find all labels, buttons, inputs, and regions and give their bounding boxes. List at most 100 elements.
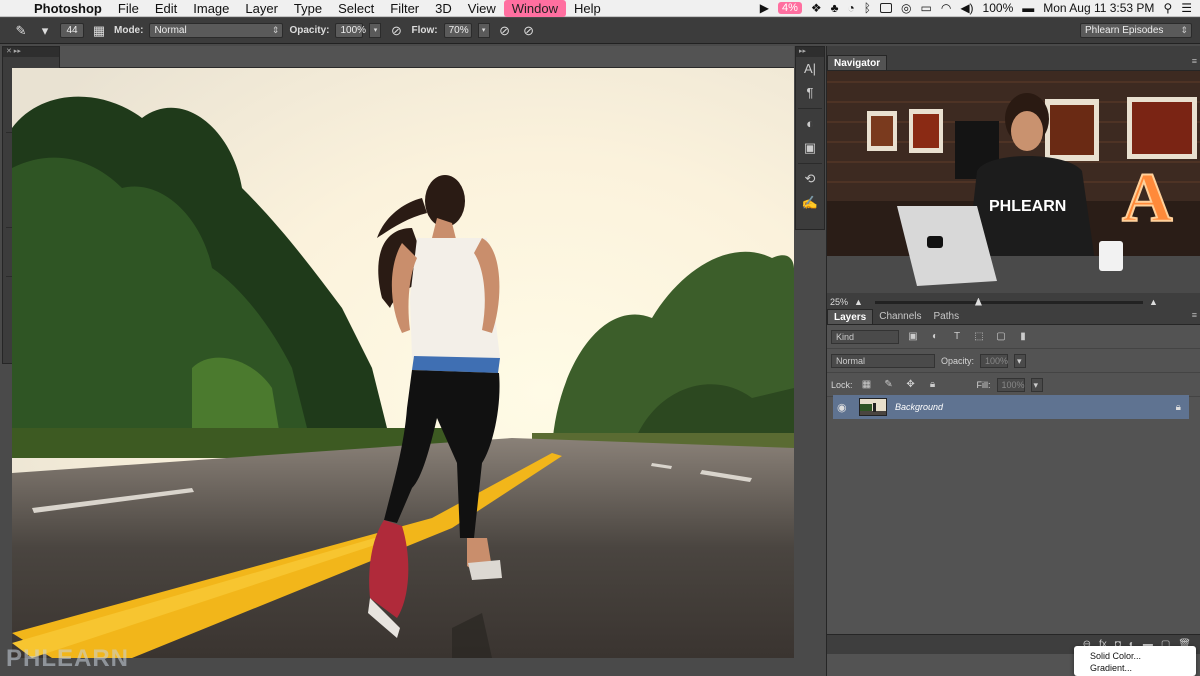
layer-opacity-label: Opacity: — [941, 355, 975, 366]
layer-thumbnail — [859, 398, 887, 416]
navigator-zoom-value[interactable]: 25% — [830, 297, 848, 307]
navigator-panel-menu-icon[interactable]: ≡ — [1192, 56, 1197, 66]
menu-image[interactable]: Image — [185, 0, 237, 17]
navigator-preview[interactable]: A PHLEARN — [827, 71, 1200, 293]
filter-pixel-icon[interactable]: ▣ — [905, 331, 921, 342]
zoom-in-icon[interactable]: ▲ — [1149, 297, 1158, 307]
opacity-dropdown-icon[interactable]: ▾ — [369, 23, 382, 38]
layer-name: Background — [895, 402, 944, 412]
history-panel-icon[interactable]: ⟲ — [796, 167, 824, 191]
paragraph-panel-icon[interactable]: ¶ — [796, 81, 824, 105]
filter-type-icon[interactable]: T — [949, 331, 965, 342]
layers-panel-menu-icon[interactable]: ≡ — [1192, 310, 1197, 320]
tools-panel-header[interactable]: ✕ ▸▸ — [3, 47, 59, 57]
clock[interactable]: Mon Aug 11 3:53 PM — [1043, 1, 1154, 15]
menu-select[interactable]: Select — [330, 0, 382, 17]
lock-transparent-icon[interactable]: ▦ — [859, 379, 875, 390]
lock-all-icon[interactable]: 🔒︎ — [925, 379, 941, 390]
menu-view[interactable]: View — [460, 0, 504, 17]
menu-layer[interactable]: Layer — [237, 0, 286, 17]
layer-filter-kind-select[interactable]: Kind — [831, 329, 899, 344]
character-panel-icon[interactable]: A| — [796, 57, 824, 81]
menu-app-photoshop[interactable]: Photoshop — [30, 0, 110, 17]
pressure-size-icon[interactable]: ⊘ — [520, 23, 538, 39]
layer-filter-row: Kind ▣ ◐ T ⬚ ▢ ▮ — [827, 325, 1200, 349]
filter-toggle-icon[interactable]: ▮ — [1015, 331, 1031, 342]
notification-center-icon[interactable]: ☰ — [1181, 1, 1192, 15]
battery-label[interactable]: 100% — [983, 1, 1014, 15]
pressure-opacity-icon[interactable]: ⊘ — [387, 23, 405, 39]
lock-image-icon[interactable]: ✎ — [881, 379, 897, 390]
lock-position-icon[interactable]: ✥ — [903, 379, 919, 390]
dropbox-icon[interactable]: ❖ — [811, 1, 822, 15]
battery-icon[interactable]: ▬ — [1022, 1, 1034, 15]
visibility-eye-icon[interactable]: ◉ — [837, 401, 851, 414]
opacity-label: Opacity: — [289, 25, 330, 36]
menu-3d[interactable]: 3D — [427, 0, 460, 17]
menu-help[interactable]: Help — [566, 0, 609, 17]
lock-row: Lock: ▦ ✎ ✥ 🔒︎ Fill: 100% ▾ — [827, 373, 1200, 397]
dock-header[interactable]: ▸▸ — [796, 47, 824, 57]
svg-text:PHLEARN: PHLEARN — [989, 198, 1066, 215]
lock-label: Lock: — [831, 379, 853, 390]
styles-panel-icon[interactable]: ▣ — [796, 136, 824, 160]
collapsed-panel-dock: ▸▸ A| ¶ ◐ ▣ ⟲ ✍ — [795, 46, 825, 230]
filter-smart-object-icon[interactable]: ▢ — [993, 331, 1009, 342]
fill-input[interactable]: 100% — [996, 377, 1025, 392]
airbrush-icon[interactable]: ⊘ — [496, 23, 514, 39]
fill-label: Fill: — [976, 379, 991, 390]
zoom-out-icon[interactable]: ▲ — [854, 297, 863, 307]
adjustments-panel-icon[interactable]: ◐ — [796, 112, 824, 136]
layer-row-background[interactable]: ◉ Background 🔒︎ — [833, 395, 1189, 419]
running-woman-photo — [12, 68, 794, 658]
navigator-panel: Navigator ≡ A PHLEARN 25% ▲ ▲ — [827, 54, 1200, 311]
menu-type[interactable]: Type — [286, 0, 330, 17]
zoom-slider[interactable] — [874, 297, 1143, 306]
menu-filter[interactable]: Filter — [382, 0, 427, 17]
workspace-select[interactable]: Phlearn Episodes — [1080, 23, 1192, 38]
brush-size-picker[interactable]: 44 — [60, 23, 84, 38]
screen-mirror-icon[interactable] — [880, 3, 892, 13]
presenter-video-frame: A PHLEARN — [827, 71, 1200, 293]
flow-dropdown-icon[interactable]: ▾ — [477, 23, 490, 38]
right-panels: Navigator ≡ A PHLEARN 25% ▲ ▲ Layers Cha… — [826, 46, 1200, 676]
adjustment-popup-menu: Solid Color... Gradient... — [1074, 646, 1196, 676]
filter-adjustment-icon[interactable]: ◐ — [927, 331, 943, 342]
cpu-usage-badge[interactable]: 4% — [778, 2, 802, 14]
tab-channels[interactable]: Channels — [873, 309, 927, 324]
airplay-icon[interactable]: ▭ — [920, 1, 931, 15]
preset-dropdown-icon[interactable]: ▾ — [36, 23, 54, 39]
brush-tool-preset-icon[interactable]: ✎ — [12, 23, 30, 39]
tab-navigator[interactable]: Navigator — [827, 55, 888, 70]
evernote-icon[interactable]: ♣ — [831, 1, 839, 15]
bluetooth-icon[interactable]: ᛒ — [864, 1, 871, 15]
spotlight-icon[interactable]: ⚲ — [1163, 1, 1172, 15]
document-tab-strip — [60, 46, 794, 68]
filter-shape-icon[interactable]: ⬚ — [971, 331, 987, 342]
menu-file[interactable]: File — [110, 0, 147, 17]
wifi-icon[interactable]: ◠ — [941, 1, 951, 15]
flow-input[interactable]: 70% — [443, 23, 472, 38]
flow-label: Flow: — [411, 25, 438, 36]
tool-presets-icon[interactable]: ✍ — [796, 191, 824, 215]
opacity-input[interactable]: 100% — [335, 23, 366, 38]
tab-layers[interactable]: Layers — [827, 309, 874, 324]
tab-paths[interactable]: Paths — [928, 309, 966, 324]
menubar-status-area: ▶ 4% ❖ ♣ ◔ ᛒ ◎ ▭ ◠ ◀) 100% ▬ Mon Aug 11 … — [760, 1, 1200, 15]
timemachine-icon[interactable]: ◔ — [848, 1, 855, 15]
blend-mode-select[interactable]: Normal — [831, 353, 935, 368]
video-camera-icon[interactable]: ▶ — [760, 1, 769, 15]
menu-item-solid-color[interactable]: Solid Color... — [1090, 650, 1196, 662]
creative-cloud-icon[interactable]: ◎ — [901, 1, 911, 15]
document-canvas[interactable] — [12, 68, 794, 658]
layer-opacity-input[interactable]: 100% — [980, 353, 1008, 368]
menu-item-gradient[interactable]: Gradient... — [1090, 662, 1196, 674]
menu-window[interactable]: Window — [503, 0, 566, 17]
menu-edit[interactable]: Edit — [147, 0, 185, 17]
blend-row: Normal Opacity: 100% ▾ — [827, 349, 1200, 373]
fill-dropdown-icon[interactable]: ▾ — [1030, 377, 1043, 392]
mode-select[interactable]: Normal — [149, 23, 284, 38]
layer-opacity-dropdown-icon[interactable]: ▾ — [1014, 353, 1027, 368]
volume-icon[interactable]: ◀) — [960, 1, 973, 15]
brush-panel-icon[interactable]: ▦ — [90, 23, 108, 39]
